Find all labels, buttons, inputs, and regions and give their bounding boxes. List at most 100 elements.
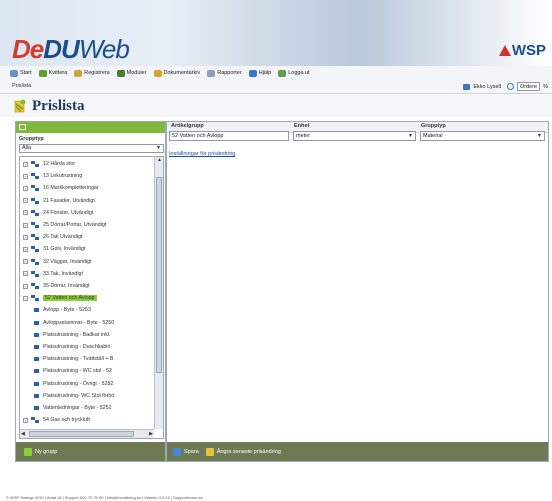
tree-group-row[interactable]: +32 Väggar, Invändigt (23, 257, 92, 267)
menu-item-label: Start (20, 70, 32, 76)
tree-item-row[interactable]: Avlopp - Byte - 5253 (34, 305, 91, 315)
tree-row-label: Platsutrustning - Tvättställ + B (43, 356, 114, 363)
group-icon (31, 295, 40, 302)
tree-group-row[interactable]: +24 Fönster, Utvändigt (23, 208, 93, 218)
tree-item-row[interactable]: Platsutrustning - WC stol - 52 (34, 366, 112, 376)
modules-icon (116, 69, 125, 77)
expand-icon[interactable]: + (23, 417, 28, 423)
dedu-web-logo: DeDUWeb (12, 34, 130, 65)
item-icon (34, 332, 39, 337)
tree-group-row[interactable]: +26 Tak Utvändigt (23, 232, 82, 242)
tree-row-label: 26 Tak Utvändigt (43, 234, 83, 241)
group-tree[interactable]: +12 Hårda stor +13 Lekutrustning +16 Markk… (19, 156, 164, 439)
new-group-icon (24, 447, 32, 456)
group-type-select[interactable]: Alla ▼ (19, 144, 164, 153)
tree-row-label: Vattenledningar - Byte - 5252 (43, 405, 112, 411)
menu-item-start[interactable]: Start (10, 69, 32, 77)
page-title: Prislista (32, 98, 85, 114)
refresh-icon[interactable] (506, 83, 514, 90)
tree-item-row[interactable]: Vattenledningar - Byte - 5252 (34, 403, 112, 413)
expand-icon[interactable]: + (23, 283, 28, 289)
group-type-label: Grupptyp (19, 136, 44, 142)
undo-price-change-button[interactable]: Ångra senaste prisändring (217, 449, 281, 455)
app-root: DeDUWeb WSP Start Kvittera Registrera Modul… (0, 0, 552, 501)
tree-row-label: Platsutrustning - Övrigt - 5282 (43, 380, 114, 387)
price-change-settings-link[interactable]: Inställningar för prisändring (169, 151, 235, 157)
menu-item-rapporter[interactable]: Rapporter (207, 69, 242, 77)
tree-vertical-thumb[interactable] (156, 177, 162, 373)
tree-item-row[interactable]: Platsutrustning - Badkar inkl. (34, 330, 110, 340)
tree-icon (19, 124, 26, 130)
expand-icon[interactable]: + (23, 173, 28, 179)
item-icon (34, 320, 39, 325)
user-name[interactable]: Ekko Lysell (473, 84, 501, 90)
grupptyp-value: Material (423, 133, 443, 139)
scroll-left-icon[interactable]: ◀ (21, 431, 25, 437)
tree-row-label: 35 Dörrar, Invändigt (43, 283, 90, 289)
expand-icon[interactable]: + (23, 198, 28, 204)
archive-icon (153, 69, 162, 77)
tree-group-row[interactable]: +31 Golv, Invändigt (23, 244, 85, 254)
artikelgrupp-field[interactable]: 52 Vatten och Avlopp (169, 131, 289, 141)
menu-item-dokumentarkiv[interactable]: Dokumentarkiv (153, 69, 200, 77)
tree-group-row[interactable]: +35 Dörrar, Invändigt (23, 281, 90, 291)
expand-icon[interactable]: + (23, 161, 28, 167)
tree-group-row[interactable]: +33 Tak, Invändigt (23, 269, 83, 279)
tree-group-row[interactable]: +12 Hårda stor (23, 159, 75, 169)
menu-item-label: Hjälp (258, 70, 272, 76)
tree-item-row[interactable]: Platsutrustning - Duschkabin (34, 342, 110, 352)
expand-icon[interactable]: + (23, 222, 28, 228)
grupptyp-select[interactable]: Material ▼ (420, 131, 545, 141)
tree-group-row[interactable]: +21 Fasader, Utvändigt (23, 196, 95, 206)
expand-icon[interactable]: + (23, 234, 28, 240)
enhet-select[interactable]: meter ▼ (293, 131, 416, 141)
save-button[interactable]: Spara (184, 449, 199, 455)
menu-item-kvittera[interactable]: Kvittera (38, 69, 67, 77)
tree-vertical-scrollbar[interactable]: ▲ (154, 157, 163, 429)
grupptyp-label: Grupptyp (421, 123, 446, 129)
group-icon (31, 161, 40, 167)
group-icon (31, 197, 40, 204)
tree-item-row[interactable]: Platsutrustning- WC Stol förhö (34, 391, 114, 401)
new-group-button[interactable]: Ny grupp (35, 449, 57, 455)
expand-icon[interactable]: + (23, 271, 28, 277)
tree-group-row[interactable]: +25 Dörrar/Portar, Utvändigt (23, 220, 106, 230)
tree-item-row[interactable]: Avloppsstammar - Byte - 5250 (34, 318, 114, 328)
tree-group-row[interactable]: +16 Markkompletteringar (23, 183, 99, 193)
tree-horizontal-scrollbar[interactable]: ◀ ▶ (20, 429, 154, 438)
group-type-value: Alla (22, 145, 32, 151)
group-panel-footer: Ny grupp (16, 442, 165, 461)
view-select[interactable]: Ordere (516, 82, 541, 91)
menu-item-hjälp[interactable]: Hjälp (248, 69, 272, 77)
tree-row-label: 32 Väggar, Invändigt (43, 258, 92, 265)
group-icon (31, 173, 40, 180)
expand-icon[interactable]: + (23, 210, 28, 216)
scroll-right-icon[interactable]: ▶ (149, 431, 153, 437)
tree-group-row[interactable]: +13 Lekutrustning (23, 171, 82, 181)
tree-row-label: 54 Gas och tryckluft (43, 417, 90, 424)
tree-item-row[interactable]: Platsutrustning - Tvättställ + B (34, 354, 113, 364)
tree-group-row[interactable]: − 52 Vatten och Avlopp (23, 293, 97, 303)
menu-item-logga-ut[interactable]: Logga ut (278, 69, 310, 77)
help-icon (248, 69, 257, 77)
collapse-icon[interactable]: − (23, 295, 28, 301)
group-icon (31, 417, 40, 424)
menu-item-moduler[interactable]: Moduler (116, 69, 147, 77)
chevron-down-icon: ▼ (408, 133, 413, 139)
tree-item-row[interactable]: Platsutrustning - Övrigt - 5282 (34, 379, 113, 389)
tree-row-label: 52 Vatten och Avlopp (43, 295, 97, 302)
tree-row-label: Platsutrustning - Duschkabin (43, 344, 111, 350)
expand-icon[interactable]: + (23, 259, 28, 265)
tree-group-row[interactable]: +54 Gas och tryckluft (23, 415, 90, 425)
tree-list: +12 Hårda stor +13 Lekutrustning +16 Markk… (20, 157, 154, 429)
scroll-up-icon[interactable]: ▲ (157, 157, 162, 163)
tree-row-label: 21 Fasader, Utvändigt (43, 197, 95, 204)
tree-horizontal-thumb[interactable] (29, 431, 134, 437)
menu-item-registrera[interactable]: Registrera (74, 69, 110, 77)
header-banner: DeDUWeb WSP (0, 0, 552, 66)
group-icon (31, 209, 40, 216)
article-panel-footer: Spara Ångra senaste prisändring (167, 442, 548, 461)
tree-row-label: 13 Lekutrustning (43, 173, 83, 180)
expand-icon[interactable]: + (23, 246, 28, 252)
expand-icon[interactable]: + (23, 185, 28, 191)
